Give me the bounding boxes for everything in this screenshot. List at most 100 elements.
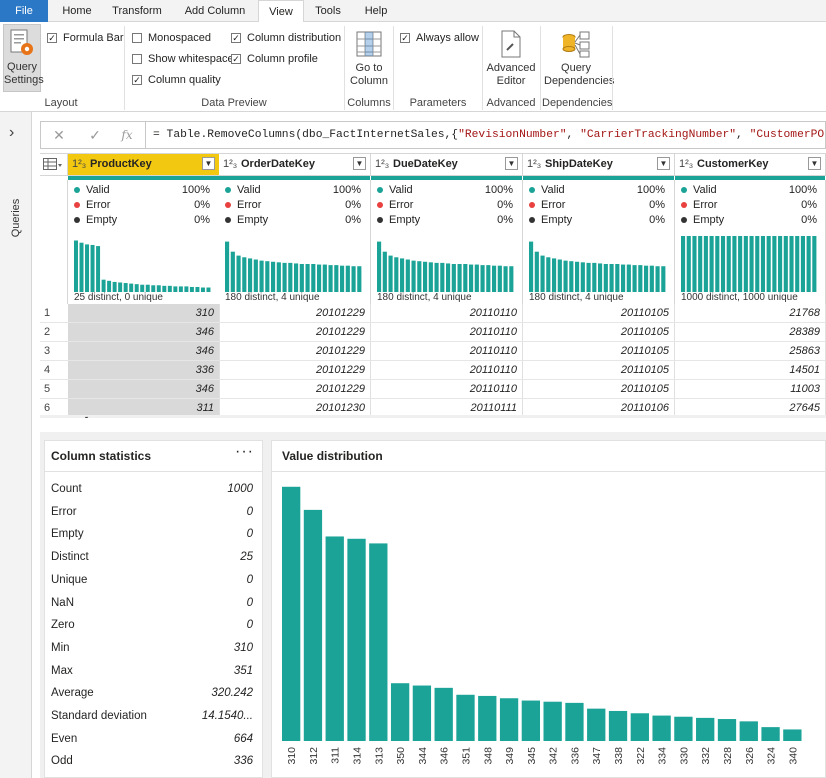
sparkline-bar[interactable]	[540, 255, 545, 292]
table-cell[interactable]: 20110110	[371, 380, 523, 399]
distribution-bar-313[interactable]	[369, 543, 388, 741]
sparkline-bar[interactable]	[480, 265, 485, 292]
distribution-bar-350[interactable]	[390, 683, 410, 741]
column-header-1[interactable]: 1²₃ OrderDateKey ▼	[219, 154, 371, 176]
sparkline-bar[interactable]	[156, 285, 161, 292]
sparkline-bar[interactable]	[388, 255, 393, 292]
tab-view[interactable]: View	[258, 0, 304, 23]
sparkline-bar[interactable]	[732, 236, 737, 292]
cancel-icon[interactable]: ✕	[51, 127, 67, 143]
table-cell[interactable]: 20101229	[219, 342, 371, 361]
table-cell[interactable]: 20110105	[523, 304, 675, 323]
sparkline-bar[interactable]	[140, 284, 145, 292]
sparkline-bar[interactable]	[253, 259, 258, 292]
fx-icon[interactable]: fx	[119, 127, 135, 143]
sparkline-bar[interactable]	[145, 284, 150, 292]
sparkline-bar[interactable]	[377, 241, 382, 292]
queries-label[interactable]: Queries	[10, 190, 22, 246]
sparkline-bar[interactable]	[575, 261, 580, 292]
sparkline-bar[interactable]	[529, 241, 534, 292]
filter-dropdown-icon[interactable]: ▼	[808, 157, 821, 170]
sparkline-bar[interactable]	[686, 236, 691, 292]
sparkline-bar[interactable]	[655, 266, 660, 292]
filter-dropdown-icon[interactable]: ▼	[657, 157, 670, 170]
formula-bar-checkbox[interactable]: ✓ Formula Bar	[47, 30, 124, 46]
table-cell[interactable]: 310	[68, 304, 220, 323]
more-options-icon[interactable]: ···	[235, 443, 254, 461]
sparkline-bar[interactable]	[715, 236, 720, 292]
table-cell[interactable]: 28389	[675, 323, 826, 342]
sparkline-bar[interactable]	[96, 246, 101, 292]
sparkline-bar[interactable]	[134, 284, 139, 292]
sparkline-bar[interactable]	[469, 264, 474, 292]
sparkline-bar[interactable]	[351, 266, 356, 292]
type-icon[interactable]: 1²₃	[527, 158, 541, 170]
sparkline-bar[interactable]	[552, 258, 557, 292]
sparkline-bar[interactable]	[569, 261, 574, 292]
sparkline-bar[interactable]	[503, 266, 508, 292]
distribution-bar-342[interactable]	[543, 701, 562, 741]
sparkline-bar[interactable]	[206, 287, 211, 292]
sparkline-bar[interactable]	[621, 264, 626, 292]
column-distribution-checkbox[interactable]: ✓ Column distribution	[231, 30, 341, 46]
sparkline-bar[interactable]	[317, 264, 322, 292]
table-cell[interactable]: 25863	[675, 342, 826, 361]
sparkline-bar[interactable]	[112, 281, 117, 292]
sparkline-bar[interactable]	[546, 257, 551, 292]
sparkline-bar[interactable]	[118, 282, 123, 292]
sparkline-bar[interactable]	[789, 236, 794, 292]
sparkline-bar[interactable]	[200, 287, 205, 292]
sparkline-bar[interactable]	[760, 236, 766, 292]
sparkline-bar[interactable]	[340, 265, 345, 292]
sparkline-bar[interactable]	[225, 241, 230, 292]
sparkline-bar[interactable]	[265, 261, 270, 292]
sparkline-bar[interactable]	[709, 236, 714, 292]
row-number[interactable]: 4	[40, 361, 68, 380]
type-icon[interactable]: 1²₃	[72, 158, 86, 170]
tab-help[interactable]: Help	[354, 0, 398, 22]
sparkline-bar[interactable]	[357, 266, 362, 292]
sparkline-bar[interactable]	[85, 244, 90, 292]
sparkline-bar[interactable]	[405, 259, 410, 292]
sparkline-bar[interactable]	[423, 261, 428, 292]
sparkline-bar[interactable]	[681, 236, 686, 292]
sparkline-bar[interactable]	[451, 264, 456, 292]
sparkline-bar[interactable]	[563, 260, 568, 292]
distribution-bar-311[interactable]	[325, 536, 344, 741]
sparkline-bar[interactable]	[345, 265, 350, 292]
sparkline-bar[interactable]	[661, 266, 666, 292]
sparkline-bar[interactable]	[123, 283, 128, 292]
sparkline-bar[interactable]	[586, 262, 591, 292]
sparkline-bar[interactable]	[812, 236, 817, 292]
table-cell[interactable]: 20110110	[371, 361, 523, 380]
table-cell[interactable]: 336	[68, 361, 220, 380]
sparkline-bar[interactable]	[783, 236, 788, 292]
table-cell[interactable]: 346	[68, 342, 220, 361]
advanced-editor-button[interactable]: Advanced Editor	[485, 30, 537, 88]
sparkline-bar[interactable]	[703, 236, 708, 292]
row-number[interactable]: 5	[40, 380, 68, 399]
sparkline-bar[interactable]	[580, 262, 585, 292]
sparkline-bar[interactable]	[282, 262, 287, 292]
sparkline-bar[interactable]	[184, 286, 189, 292]
sparkline-bar[interactable]	[178, 286, 183, 292]
table-cell[interactable]: 20110110	[371, 304, 523, 323]
sparkline-bar[interactable]	[743, 236, 748, 292]
type-icon[interactable]: 1²₃	[375, 158, 389, 170]
sparkline-bar[interactable]	[236, 255, 241, 292]
distribution-bar-322[interactable]	[630, 713, 649, 741]
sparkline-bar[interactable]	[598, 263, 603, 292]
table-cell[interactable]: 21768	[675, 304, 826, 323]
sparkline-bar[interactable]	[151, 285, 156, 292]
sparkline-bar[interactable]	[626, 264, 631, 292]
sparkline-bar[interactable]	[795, 236, 800, 292]
distribution-bar-336[interactable]	[565, 702, 584, 741]
sparkline-bar[interactable]	[79, 242, 84, 292]
type-icon[interactable]: 1²₃	[679, 158, 693, 170]
tab-tools[interactable]: Tools	[306, 0, 350, 22]
distribution-bar-310[interactable]	[282, 486, 301, 741]
sparkline-bar[interactable]	[90, 244, 95, 292]
distribution-bar-330[interactable]	[674, 716, 693, 741]
sparkline-bar[interactable]	[649, 265, 654, 292]
sparkline-bar[interactable]	[486, 265, 491, 292]
